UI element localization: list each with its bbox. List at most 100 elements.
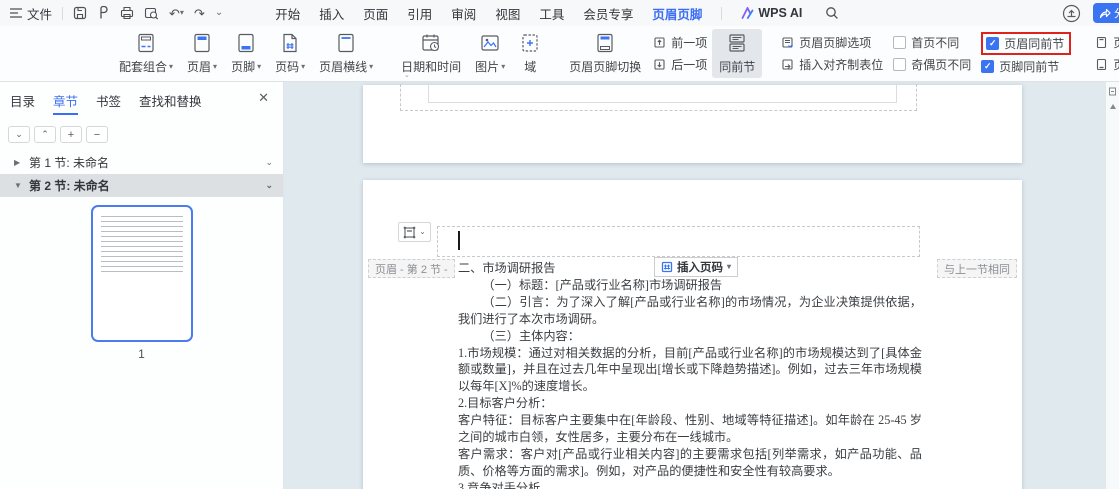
previous-section-button[interactable]: ⌃ bbox=[34, 126, 56, 143]
document-body-text[interactable]: 二、市场调研报告 （一）标题：[产品或行业名称]市场调研报告 （二）引言：为了深… bbox=[458, 260, 922, 489]
doc-paragraph: 3.竞争对手分析 bbox=[458, 480, 922, 489]
header-footer-options-label: 页眉页脚选项 bbox=[799, 34, 871, 51]
divider bbox=[721, 7, 722, 20]
prev-next-group: 前一项 后一项 bbox=[648, 29, 712, 78]
title-bar: 文件 ↶▾ ↷ ⌄ 开始 插入 页面 引用 审阅 视图 工具 会员专享 页眉页脚… bbox=[0, 0, 1119, 26]
document-canvas[interactable]: ⌄ 页眉 - 第 2 节 - 插入页码 ▾ 与上一节相同 二、市场调研报告 （一… bbox=[284, 82, 1119, 489]
tab-home[interactable]: 开始 bbox=[275, 4, 300, 23]
header-button[interactable]: 页眉▾ bbox=[180, 29, 224, 78]
picture-button[interactable]: 图片▾ bbox=[468, 29, 512, 78]
hamburger-icon bbox=[10, 8, 22, 18]
diff-checkbox-group: 首页不同 奇偶页不同 bbox=[888, 29, 976, 78]
page-thumbnail[interactable] bbox=[91, 205, 193, 342]
print-button[interactable] bbox=[120, 6, 134, 20]
insert-alignment-tab-label: 插入对齐制表位 bbox=[799, 56, 883, 73]
tab-view[interactable]: 视图 bbox=[495, 4, 520, 23]
section-row-2[interactable]: ▼ 第 2 节: 未命名 ⌄ bbox=[0, 174, 283, 197]
combo-set-button[interactable]: 配套组合▾ bbox=[112, 29, 180, 78]
header-label: 页眉 bbox=[187, 58, 211, 75]
sidebar-tabs: 目录 章节 书签 查找和替换 ✕ bbox=[0, 82, 283, 116]
undo-button[interactable]: ↶▾ bbox=[169, 7, 184, 20]
insert-alignment-tab-button[interactable]: 插入对齐制表位 bbox=[781, 56, 883, 73]
insert-page-number-button[interactable]: 插入页码 ▾ bbox=[654, 257, 738, 277]
header-edit-box[interactable] bbox=[437, 226, 920, 257]
tab-page[interactable]: 页面 bbox=[363, 4, 388, 23]
next-item-button[interactable]: 后一项 bbox=[653, 56, 707, 73]
picture-icon bbox=[479, 32, 501, 54]
quick-access-toolbar: 文件 ↶▾ ↷ ⌄ bbox=[0, 4, 223, 23]
scroll-marker-icon[interactable] bbox=[1109, 103, 1117, 111]
page-number-button[interactable]: 页码▾ bbox=[268, 29, 312, 78]
page-number-label: 页码 bbox=[275, 58, 299, 75]
chevron-down-icon[interactable]: ⌄ bbox=[265, 180, 273, 191]
header-footer-ribbon: 配套组合▾ 页眉▾ 页脚▾ 页码▾ 页眉横线▾ 日期和时间 图片▾ bbox=[0, 26, 1119, 82]
options-group: 页眉页脚选项 插入对齐制表位 bbox=[776, 29, 888, 78]
same-as-previous-tag: 与上一节相同 bbox=[937, 259, 1017, 278]
header-footer-options-button[interactable]: 页眉页脚选项 bbox=[781, 34, 883, 51]
tab-tools[interactable]: 工具 bbox=[539, 4, 564, 23]
sidebar-tab-bookmarks[interactable]: 书签 bbox=[96, 91, 121, 110]
sidebar-tab-contents[interactable]: 目录 bbox=[10, 91, 35, 110]
chevron-down-icon: ▾ bbox=[369, 63, 373, 71]
chevron-down-icon: ▾ bbox=[257, 63, 261, 71]
header-footer-toggle-label: 页眉页脚切换 bbox=[569, 58, 641, 75]
footer-button[interactable]: 页脚▾ bbox=[224, 29, 268, 78]
export-button[interactable] bbox=[97, 6, 110, 20]
footer-label: 页脚 bbox=[231, 58, 255, 75]
save-button[interactable] bbox=[73, 6, 87, 20]
vertical-scrollbar[interactable] bbox=[1105, 82, 1119, 489]
add-section-button[interactable]: + bbox=[60, 126, 82, 143]
section-row-1[interactable]: ▶ 第 1 节: 未命名 ⌄ bbox=[0, 151, 283, 174]
chevron-down-icon[interactable]: ⌄ bbox=[265, 157, 273, 168]
ribbon-collapse-icon[interactable]: ⌄ bbox=[404, 71, 410, 79]
file-menu[interactable]: 文件 bbox=[10, 4, 52, 23]
tab-reference[interactable]: 引用 bbox=[407, 4, 432, 23]
sidebar-tab-sections[interactable]: 章节 bbox=[53, 91, 78, 110]
document-page-2[interactable]: ⌄ 页眉 - 第 2 节 - 插入页码 ▾ 与上一节相同 二、市场调研报告 （一… bbox=[363, 180, 1022, 489]
first-page-different-checkbox[interactable]: 首页不同 bbox=[893, 34, 971, 51]
tab-header-footer[interactable]: 页眉页脚 bbox=[652, 4, 702, 23]
quick-access-more-icon[interactable]: ⌄ bbox=[215, 8, 223, 18]
page-number-icon bbox=[279, 32, 301, 54]
remove-section-button[interactable]: − bbox=[86, 126, 108, 143]
header-top-margin-row: 页眉上边距: 1.50厘米 ⌃⌄ bbox=[1095, 32, 1119, 52]
wps-ai-label: WPS AI bbox=[758, 6, 802, 20]
odd-even-different-checkbox[interactable]: 奇偶页不同 bbox=[893, 56, 971, 73]
header-line-button[interactable]: 页眉横线▾ bbox=[312, 29, 380, 78]
checkbox-checked-icon: ✓ bbox=[986, 37, 999, 50]
document-page-1[interactable] bbox=[363, 85, 1022, 163]
same-section-icon bbox=[726, 32, 748, 54]
wps-ai-logo-icon bbox=[741, 7, 754, 19]
tab-member[interactable]: 会员专享 bbox=[583, 4, 633, 23]
sidebar-close-icon[interactable]: ✕ bbox=[258, 90, 269, 106]
expanded-triangle-icon[interactable]: ▼ bbox=[14, 181, 22, 190]
field-button[interactable]: 域 bbox=[512, 29, 548, 78]
footer-same-prev-checkbox[interactable]: ✓ 页脚同前节 bbox=[981, 58, 1071, 75]
chevron-down-icon: ▾ bbox=[301, 63, 305, 71]
wps-writer-window: 文件 ↶▾ ↷ ⌄ 开始 插入 页面 引用 审阅 视图 工具 会员专享 页眉页脚… bbox=[0, 0, 1119, 489]
search-icon[interactable] bbox=[825, 6, 839, 20]
header-same-prev-checkbox[interactable]: ✓ 页眉同前节 bbox=[986, 35, 1064, 52]
footer-bottom-margin-label: 页脚下边距: bbox=[1113, 56, 1119, 73]
header-settings-button[interactable]: ⌄ bbox=[398, 222, 431, 242]
tab-review[interactable]: 审阅 bbox=[451, 4, 476, 23]
next-section-button[interactable]: ⌄ bbox=[8, 126, 30, 143]
tab-wps-ai[interactable]: WPS AI bbox=[741, 6, 802, 20]
same-as-previous-section-button[interactable]: 同前节 bbox=[712, 29, 762, 78]
header-footer-toggle-button[interactable]: 页眉页脚切换 bbox=[562, 29, 648, 78]
previous-item-icon bbox=[653, 36, 666, 49]
text-cursor bbox=[458, 231, 460, 250]
share-button[interactable]: 分享 bbox=[1093, 3, 1119, 23]
tab-insert[interactable]: 插入 bbox=[319, 4, 344, 23]
header-icon bbox=[191, 32, 213, 54]
header-same-prev-highlight: ✓ 页眉同前节 bbox=[981, 32, 1071, 55]
scroll-prev-page-icon[interactable] bbox=[1108, 87, 1117, 96]
insert-page-number-label: 插入页码 bbox=[677, 259, 723, 275]
sidebar-tab-find-replace[interactable]: 查找和替换 bbox=[139, 91, 202, 110]
previous-item-button[interactable]: 前一项 bbox=[653, 34, 707, 51]
cloud-upload-icon[interactable] bbox=[1062, 4, 1081, 23]
print-preview-button[interactable] bbox=[144, 6, 159, 20]
footer-same-prev-label: 页脚同前节 bbox=[999, 58, 1059, 75]
collapsed-triangle-icon[interactable]: ▶ bbox=[14, 158, 22, 167]
redo-button[interactable]: ↷ bbox=[194, 7, 205, 20]
